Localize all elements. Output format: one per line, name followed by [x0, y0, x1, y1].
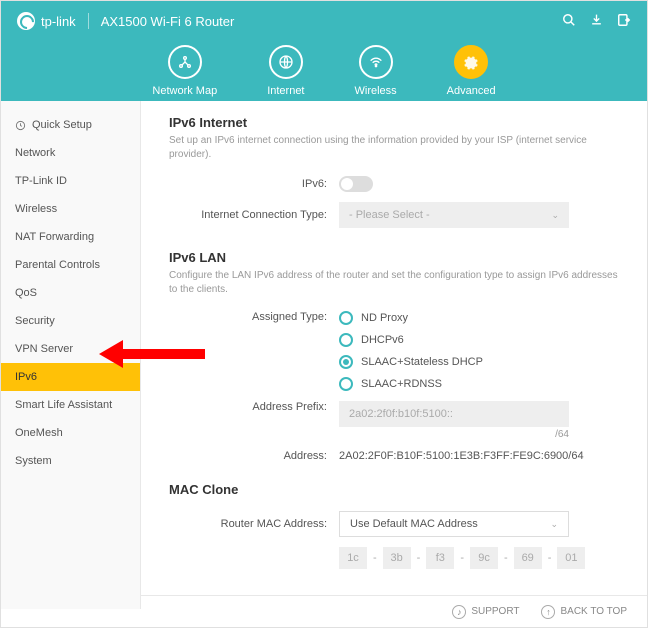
ipv6-toggle[interactable]	[339, 176, 373, 192]
logout-icon[interactable]	[617, 13, 631, 30]
sidebar-item-qos[interactable]: QoS	[1, 279, 140, 307]
download-icon[interactable]	[590, 13, 603, 29]
sidebar-item-onemesh[interactable]: OneMesh	[1, 419, 140, 447]
assigned-type-label: Assigned Type:	[169, 311, 339, 323]
prefix-suffix: /64	[339, 429, 569, 440]
router-mac-label: Router MAC Address:	[169, 518, 339, 530]
tab-wireless[interactable]: Wireless	[355, 45, 397, 97]
mac-clone-title: MAC Clone	[169, 482, 619, 497]
sidebar-item-nat[interactable]: NAT Forwarding	[1, 223, 140, 251]
chevron-down-icon: ⌄	[551, 210, 559, 221]
ipv6-lan-title: IPv6 LAN	[169, 250, 619, 265]
sidebar-item-smart-life[interactable]: Smart Life Assistant	[1, 391, 140, 419]
conn-type-select[interactable]: - Please Select -⌄	[339, 202, 569, 228]
ipv6-internet-title: IPv6 Internet	[169, 115, 619, 130]
content-panel: IPv6 Internet Set up an IPv6 internet co…	[141, 101, 647, 609]
radio-slaac-stateless[interactable]: SLAAC+Stateless DHCP	[339, 355, 619, 369]
support-button[interactable]: ♪SUPPORT	[452, 605, 519, 619]
radio-nd-proxy[interactable]: ND Proxy	[339, 311, 619, 325]
addr-prefix-input[interactable]	[339, 401, 569, 427]
radio-slaac-rdnss[interactable]: SLAAC+RDNSS	[339, 377, 619, 391]
wifi-icon	[359, 45, 393, 79]
tab-advanced[interactable]: Advanced	[447, 45, 496, 97]
conn-type-label: Internet Connection Type:	[169, 209, 339, 221]
ipv6-internet-desc: Set up an IPv6 internet connection using…	[169, 134, 619, 162]
ipv6-lan-desc: Configure the LAN IPv6 address of the ro…	[169, 269, 619, 297]
sidebar-item-tplink-id[interactable]: TP-Link ID	[1, 167, 140, 195]
sidebar-item-quick-setup[interactable]: Quick Setup	[1, 111, 140, 139]
arrow-up-icon: ↑	[541, 605, 555, 619]
ipv6-toggle-label: IPv6:	[169, 178, 339, 190]
search-icon[interactable]	[562, 13, 576, 30]
headset-icon: ♪	[452, 605, 466, 619]
tab-internet[interactable]: Internet	[267, 45, 304, 97]
globe-icon	[269, 45, 303, 79]
mac-octets: 1c- 3b- f3- 9c- 69- 01	[339, 547, 619, 569]
network-map-icon	[168, 45, 202, 79]
address-label: Address:	[169, 450, 339, 462]
chevron-down-icon: ⌄	[550, 519, 558, 530]
sidebar-item-parental[interactable]: Parental Controls	[1, 251, 140, 279]
gear-icon	[454, 45, 488, 79]
sidebar-item-wireless[interactable]: Wireless	[1, 195, 140, 223]
radio-dhcpv6[interactable]: DHCPv6	[339, 333, 619, 347]
back-to-top-button[interactable]: ↑BACK TO TOP	[541, 605, 627, 619]
addr-prefix-label: Address Prefix:	[169, 401, 339, 413]
product-name: AX1500 Wi-Fi 6 Router	[101, 14, 235, 29]
sidebar-item-system[interactable]: System	[1, 447, 140, 475]
sidebar-item-security[interactable]: Security	[1, 307, 140, 335]
tab-network-map[interactable]: Network Map	[152, 45, 217, 97]
address-value: 2A02:2F0F:B10F:5100:1E3B:F3FF:FE9C:6900/…	[339, 450, 619, 462]
brand-logo: tp-link	[17, 12, 76, 30]
router-mac-select[interactable]: Use Default MAC Address⌄	[339, 511, 569, 537]
sidebar-item-network[interactable]: Network	[1, 139, 140, 167]
